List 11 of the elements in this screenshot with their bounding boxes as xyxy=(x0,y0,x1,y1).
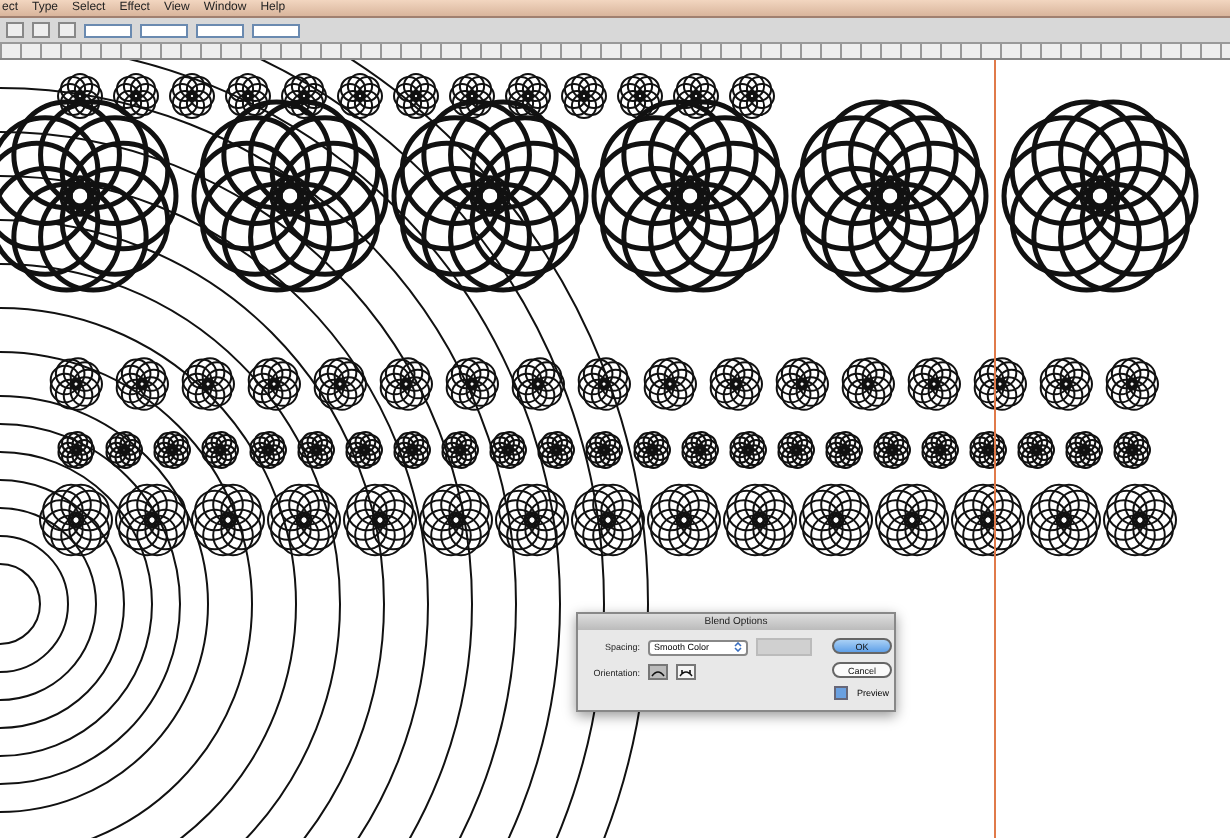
stepper-icon xyxy=(734,642,742,652)
input-field[interactable] xyxy=(84,23,132,37)
input-field[interactable] xyxy=(196,23,244,37)
input-field[interactable] xyxy=(252,23,300,37)
orientation-button[interactable] xyxy=(648,664,668,680)
arc-icon xyxy=(650,667,666,677)
arc-path-icon xyxy=(678,667,694,677)
input-field[interactable] xyxy=(140,23,188,37)
preview-checkbox[interactable] xyxy=(834,686,849,700)
input-field[interactable] xyxy=(756,638,812,656)
orientation-button[interactable] xyxy=(676,664,696,680)
